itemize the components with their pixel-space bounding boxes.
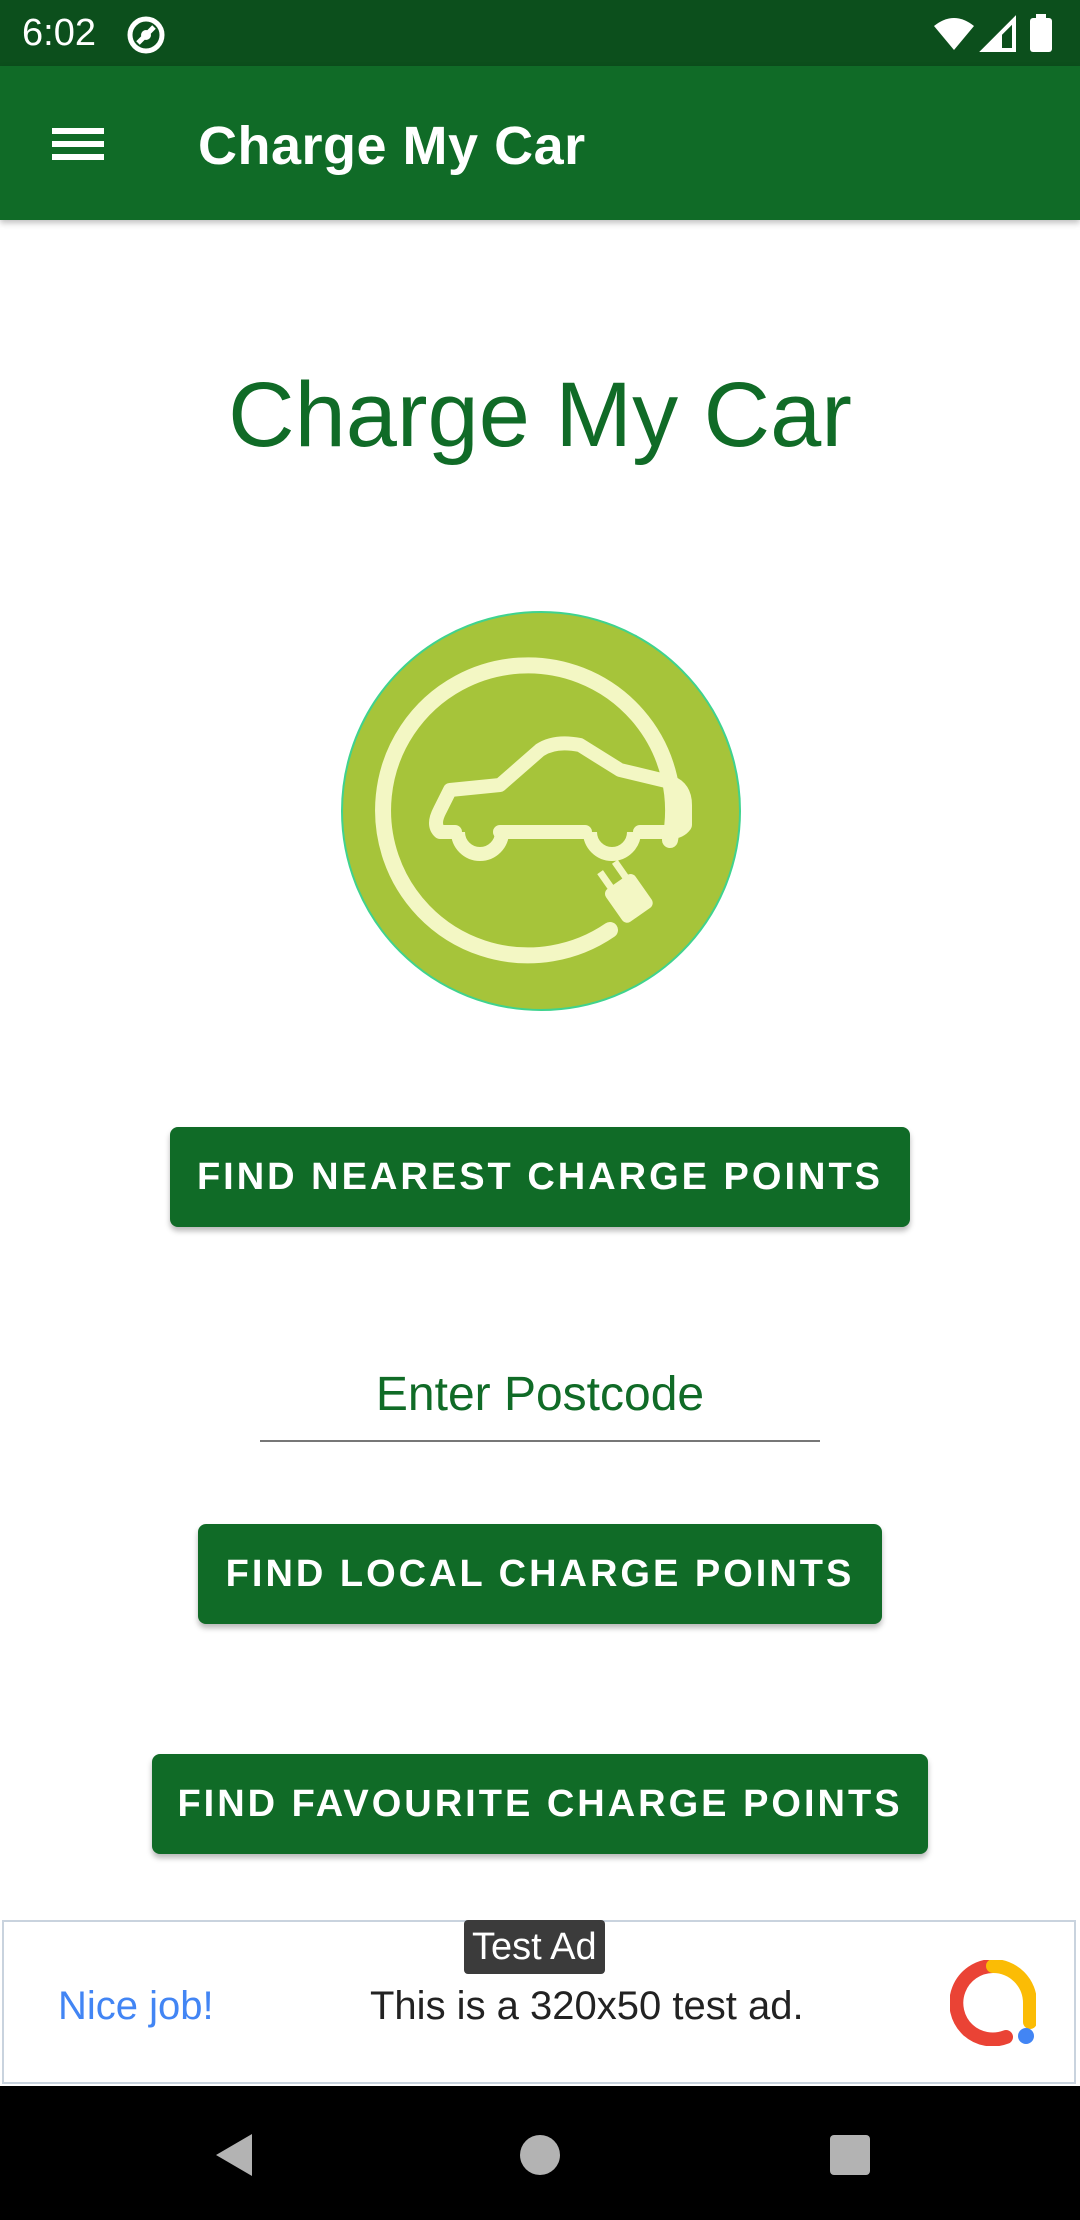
postcode-field-wrapper (260, 1350, 820, 1442)
app-bar: Charge My Car (0, 66, 1080, 220)
find-favourite-charge-points-button[interactable]: FIND FAVOURITE CHARGE POINTS (152, 1754, 928, 1854)
back-icon[interactable] (200, 2120, 270, 2190)
menu-button[interactable] (30, 106, 126, 182)
signal-icon (979, 15, 1016, 52)
navigation-bar (0, 2086, 1080, 2220)
hero-title: Charge My Car (228, 364, 852, 466)
battery-icon (1030, 14, 1052, 52)
recents-icon[interactable] (815, 2120, 885, 2190)
hamburger-menu-icon (52, 128, 104, 160)
postcode-input[interactable] (260, 1350, 820, 1438)
ads-logo-icon[interactable] (950, 1960, 1036, 2046)
ad-tag: Test Ad (464, 1920, 605, 1974)
ad-headline[interactable]: Nice job! (58, 1978, 214, 2034)
status-bar: 6:02 (0, 0, 1080, 66)
home-icon[interactable] (505, 2120, 575, 2190)
wifi-icon (934, 18, 974, 50)
ad-body[interactable]: This is a 320x50 test ad. (370, 1978, 804, 2034)
ev-car-plug-icon (341, 611, 741, 1011)
find-nearest-charge-points-button[interactable]: FIND NEAREST CHARGE POINTS (170, 1127, 910, 1227)
status-icons (934, 14, 1052, 52)
app-title: Charge My Car (198, 116, 586, 176)
find-local-charge-points-button[interactable]: FIND LOCAL CHARGE POINTS (198, 1524, 882, 1624)
status-time: 6:02 (22, 12, 96, 54)
sync-icon (127, 16, 165, 54)
